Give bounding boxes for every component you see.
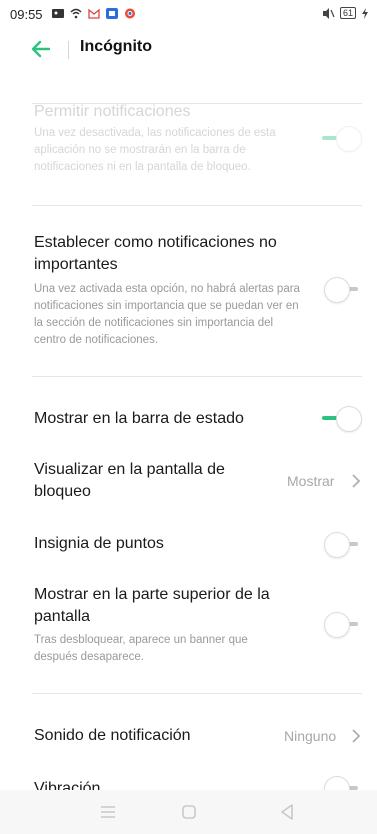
home-icon[interactable] (177, 800, 201, 824)
status-time: 09:55 (10, 7, 43, 22)
not-important-title: Establecer como notificaciones no import… (34, 234, 277, 273)
system-nav-bar (0, 790, 377, 834)
mute-vibrate-icon (322, 7, 335, 19)
page-title: Incógnito (80, 38, 152, 55)
status-bar-toggle[interactable] (322, 404, 362, 432)
back-triangle-icon[interactable] (275, 800, 299, 824)
chevron-right-icon (352, 729, 361, 743)
wifi-icon (70, 8, 82, 19)
top-of-screen-title: Mostrar en la parte superior de la panta… (34, 586, 270, 625)
header-divider (68, 41, 69, 59)
top-of-screen-toggle[interactable] (324, 610, 366, 638)
not-important-toggle[interactable] (324, 275, 366, 303)
lock-screen-title: Visualizar en la pantalla de bloqueo (34, 461, 225, 500)
chevron-right-icon (352, 474, 361, 488)
not-important-desc: Una vez activada esta opción, no habrá a… (34, 283, 300, 346)
divider (32, 376, 362, 377)
back-arrow-icon[interactable] (30, 38, 52, 60)
lock-screen-value: Mostrar (287, 473, 335, 489)
status-bar-title: Mostrar en la barra de estado (34, 410, 244, 427)
sound-value: Ninguno (284, 728, 337, 744)
allow-notifications-title: Permitir notificaciones (34, 103, 191, 120)
gmail-icon (88, 8, 100, 19)
chrome-icon (125, 8, 135, 19)
top-of-screen-desc: Tras desbloquear, aparece un banner que … (34, 634, 248, 663)
app-header: Incógnito (0, 30, 377, 70)
sound-title: Sonido de notificación (34, 727, 191, 744)
allow-notifications-desc: Una vez desactivada, las notificaciones … (34, 127, 276, 173)
app-notification-icon (106, 8, 118, 19)
divider (32, 205, 362, 206)
battery-indicator: 61 (339, 7, 356, 19)
gallery-notification-icon (52, 9, 64, 18)
dot-badge-toggle[interactable] (324, 530, 366, 558)
allow-notifications-toggle (322, 124, 362, 152)
dot-badge-title: Insignia de puntos (34, 535, 164, 552)
menu-icon[interactable] (96, 800, 120, 824)
divider (32, 693, 362, 694)
charging-icon (362, 7, 368, 19)
status-bar: 09:55 61 (0, 0, 377, 28)
